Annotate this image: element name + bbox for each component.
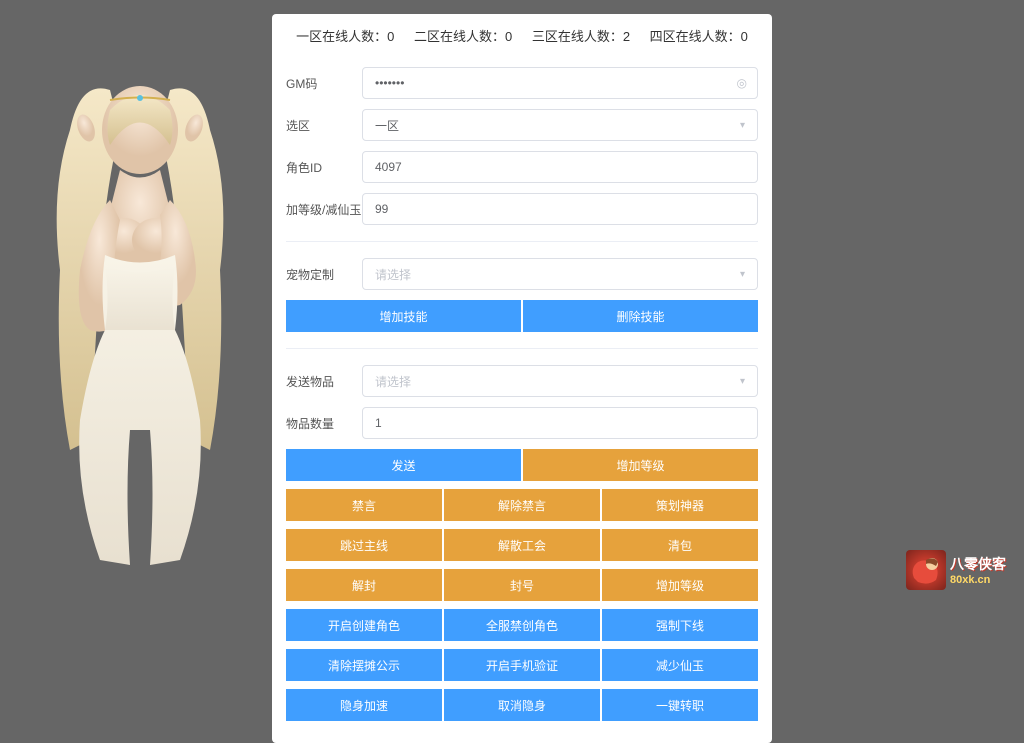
admin-panel: 一区在线人数：0 二区在线人数：0 三区在线人数：2 四区在线人数：0 GM码 …	[272, 14, 772, 743]
send-item-label: 发送物品	[286, 373, 362, 390]
send-item-select[interactable]: 请选择▾	[362, 365, 758, 397]
online-stats-header: 一区在线人数：0 二区在线人数：0 三区在线人数：2 四区在线人数：0	[272, 14, 772, 57]
pet-label: 宠物定制	[286, 266, 362, 283]
gm-code-input[interactable]: •••••••◎	[362, 67, 758, 99]
reduce-jade-button[interactable]: 减少仙玉	[602, 649, 758, 681]
plan-weapon-button[interactable]: 策划神器	[602, 489, 758, 521]
zone-label: 选区	[286, 117, 362, 134]
stealth-speed-button[interactable]: 隐身加速	[286, 689, 442, 721]
server-ban-create-button[interactable]: 全服禁创角色	[444, 609, 600, 641]
eye-icon[interactable]: ◎	[737, 76, 747, 90]
character-illustration	[20, 70, 280, 600]
add-level2-button[interactable]: 增加等级	[602, 569, 758, 601]
zone1-count: 一区在线人数：0	[296, 29, 394, 44]
one-key-job-button[interactable]: 一键转职	[602, 689, 758, 721]
zone-select[interactable]: 一区▾	[362, 109, 758, 141]
chevron-down-icon: ▾	[740, 376, 745, 387]
level-input[interactable]: 99	[362, 193, 758, 225]
zone2-count: 二区在线人数：0	[414, 29, 512, 44]
clear-bag-button[interactable]: 清包	[602, 529, 758, 561]
chevron-down-icon: ▾	[740, 269, 745, 280]
add-level-button[interactable]: 增加等级	[523, 449, 758, 481]
send-button[interactable]: 发送	[286, 449, 521, 481]
unban-button[interactable]: 解封	[286, 569, 442, 601]
chevron-down-icon: ▾	[740, 120, 745, 131]
watermark-cn: 八零侠客	[950, 554, 1006, 574]
role-id-label: 角色ID	[286, 159, 362, 176]
clear-banner-button[interactable]: 清除摆摊公示	[286, 649, 442, 681]
level-label: 加等级/减仙玉	[286, 201, 362, 218]
open-phone-button[interactable]: 开启手机验证	[444, 649, 600, 681]
add-skill-button[interactable]: 增加技能	[286, 300, 521, 332]
zone3-count: 三区在线人数：2	[532, 29, 630, 44]
zone4-count: 四区在线人数：0	[650, 29, 748, 44]
watermark-en: 80xk.cn	[950, 574, 1006, 586]
force-offline-button[interactable]: 强制下线	[602, 609, 758, 641]
mute-button[interactable]: 禁言	[286, 489, 442, 521]
unmute-button[interactable]: 解除禁言	[444, 489, 600, 521]
qty-label: 物品数量	[286, 415, 362, 432]
role-id-input[interactable]: 4097	[362, 151, 758, 183]
qty-input[interactable]: 1	[362, 407, 758, 439]
dissolve-guild-button[interactable]: 解散工会	[444, 529, 600, 561]
del-skill-button[interactable]: 删除技能	[523, 300, 758, 332]
skip-main-button[interactable]: 跳过主线	[286, 529, 442, 561]
pet-select[interactable]: 请选择▾	[362, 258, 758, 290]
gm-code-label: GM码	[286, 75, 362, 92]
logo-icon	[906, 550, 946, 590]
ban-button[interactable]: 封号	[444, 569, 600, 601]
cancel-stealth-button[interactable]: 取消隐身	[444, 689, 600, 721]
watermark-logo: 八零侠客 80xk.cn	[906, 540, 1016, 600]
open-create-button[interactable]: 开启创建角色	[286, 609, 442, 641]
